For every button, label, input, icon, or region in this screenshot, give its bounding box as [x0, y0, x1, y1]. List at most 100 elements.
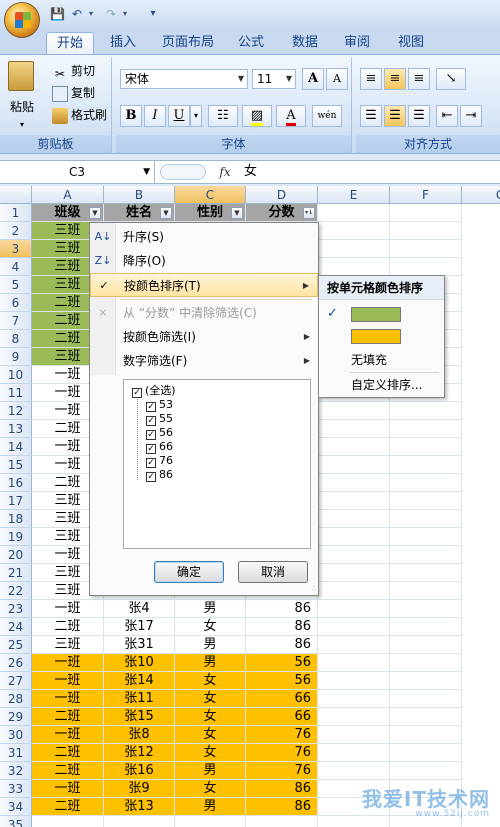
align-left-button[interactable]: ☰	[360, 105, 382, 127]
grid-cell[interactable]	[104, 816, 175, 827]
filter-dropdown-icon[interactable]: ▾↓	[303, 207, 315, 219]
font-name-combo[interactable]: 宋体 ▼	[120, 69, 248, 89]
row-header[interactable]: 29	[0, 708, 32, 726]
header-cell[interactable]: 性别 ▼	[175, 204, 246, 222]
office-button[interactable]	[4, 2, 40, 38]
row-header[interactable]: 22	[0, 582, 32, 600]
grid-cell[interactable]: 一班	[32, 690, 104, 708]
cancel-button[interactable]: 取消	[238, 561, 308, 583]
grid-cell[interactable]: 男	[175, 654, 246, 672]
undo-dropdown-icon[interactable]: ▾	[84, 7, 98, 21]
checkbox-value[interactable]: ✓ 53	[146, 398, 173, 412]
column-header[interactable]: G	[462, 186, 500, 204]
underline-button[interactable]: U	[168, 105, 190, 127]
column-header[interactable]: D	[246, 186, 318, 204]
grid-cell[interactable]	[318, 600, 390, 618]
grid-cell[interactable]	[318, 258, 390, 276]
resize-grip-icon[interactable]: ∴	[312, 585, 316, 593]
row-header[interactable]: 4	[0, 258, 32, 276]
grid-cell[interactable]	[318, 510, 390, 528]
select-all-corner[interactable]	[0, 186, 32, 204]
checkbox-value[interactable]: ✓ 66	[146, 440, 173, 454]
grid-cell[interactable]: 66	[246, 708, 318, 726]
paste-icon[interactable]	[8, 61, 34, 91]
grid-cell[interactable]: 女	[175, 672, 246, 690]
grid-cell[interactable]	[390, 582, 462, 600]
grid-cell[interactable]	[390, 420, 462, 438]
grid-cell[interactable]: 86	[246, 600, 318, 618]
align-bottom-button[interactable]: ≡	[408, 68, 430, 90]
grid-cell[interactable]	[318, 474, 390, 492]
grid-cell[interactable]: 86	[246, 618, 318, 636]
grid-cell[interactable]	[390, 510, 462, 528]
row-header[interactable]: 25	[0, 636, 32, 654]
row-header[interactable]: 35	[0, 816, 32, 827]
grid-cell[interactable]	[318, 726, 390, 744]
grid-cell[interactable]	[318, 420, 390, 438]
grid-cell[interactable]: 男	[175, 762, 246, 780]
grid-cell[interactable]: 86	[246, 780, 318, 798]
grid-cell[interactable]: 女	[175, 726, 246, 744]
row-header[interactable]: 33	[0, 780, 32, 798]
grid-cell[interactable]: 女	[175, 618, 246, 636]
save-icon[interactable]: 💾	[50, 7, 65, 21]
grid-cell[interactable]: 张16	[104, 762, 175, 780]
grid-cell[interactable]	[390, 654, 462, 672]
customize-toolbar-icon[interactable]: ▾	[146, 7, 160, 21]
bold-button[interactable]: B	[120, 105, 142, 127]
phonetic-button[interactable]: wén	[312, 105, 342, 127]
insert-function-button[interactable]: fx	[212, 161, 238, 183]
row-header[interactable]: 34	[0, 798, 32, 816]
grid-cell[interactable]: 三班	[32, 636, 104, 654]
grid-cell[interactable]	[390, 258, 462, 276]
sort-ascending-item[interactable]: A↓ 升序(S)	[90, 225, 318, 249]
number-filter-item[interactable]: 数字筛选(F) ▶	[90, 349, 318, 373]
custom-sort-item[interactable]: 自定义排序...	[351, 375, 422, 395]
grid-cell[interactable]: 女	[175, 744, 246, 762]
row-header[interactable]: 14	[0, 438, 32, 456]
header-cell[interactable]: 班级 ▼	[32, 204, 104, 222]
row-header[interactable]: 20	[0, 546, 32, 564]
grid-cell[interactable]	[390, 474, 462, 492]
grid-cell[interactable]	[390, 492, 462, 510]
grid-cell[interactable]: 一班	[32, 654, 104, 672]
grid-cell[interactable]	[318, 438, 390, 456]
grid-cell[interactable]	[318, 492, 390, 510]
grid-cell[interactable]: 86	[246, 636, 318, 654]
checkbox-select-all[interactable]: ✓ (全选)	[132, 384, 176, 398]
color-option-green[interactable]: ✓	[319, 304, 444, 326]
tab-review[interactable]: 审阅	[334, 32, 380, 54]
grid-cell[interactable]: 张14	[104, 672, 175, 690]
column-header[interactable]: B	[104, 186, 175, 204]
grid-cell[interactable]: 男	[175, 798, 246, 816]
grid-cell[interactable]: 男	[175, 600, 246, 618]
grid-cell[interactable]: 男	[175, 636, 246, 654]
grid-cell[interactable]: 张17	[104, 618, 175, 636]
grid-cell[interactable]	[318, 222, 390, 240]
grid-cell[interactable]	[390, 708, 462, 726]
filter-by-color-item[interactable]: 按颜色筛选(I) ▶	[90, 325, 318, 349]
grid-cell[interactable]	[390, 618, 462, 636]
row-header[interactable]: 28	[0, 690, 32, 708]
column-header[interactable]: E	[318, 186, 390, 204]
row-header[interactable]: 3	[0, 240, 32, 258]
filter-dropdown-icon[interactable]: ▼	[160, 207, 172, 219]
grid-cell[interactable]	[318, 240, 390, 258]
grid-cell[interactable]: 一班	[32, 726, 104, 744]
grid-cell[interactable]	[318, 582, 390, 600]
grid-cell[interactable]: 76	[246, 726, 318, 744]
tab-page-layout[interactable]: 页面布局	[152, 32, 224, 54]
grid-cell[interactable]	[390, 204, 462, 222]
grid-cell[interactable]: 二班	[32, 618, 104, 636]
grid-cell[interactable]	[390, 600, 462, 618]
grid-cell[interactable]	[246, 816, 318, 827]
italic-button[interactable]: I	[144, 105, 166, 127]
align-right-button[interactable]: ☰	[408, 105, 430, 127]
grid-cell[interactable]	[390, 762, 462, 780]
grid-cell[interactable]: 76	[246, 762, 318, 780]
row-header[interactable]: 13	[0, 420, 32, 438]
grid-cell[interactable]: 女	[175, 708, 246, 726]
header-cell[interactable]: 分数 ▾↓	[246, 204, 318, 222]
paste-dropdown-icon[interactable]: ▾	[20, 115, 24, 135]
borders-button[interactable]: ☷	[208, 105, 238, 127]
